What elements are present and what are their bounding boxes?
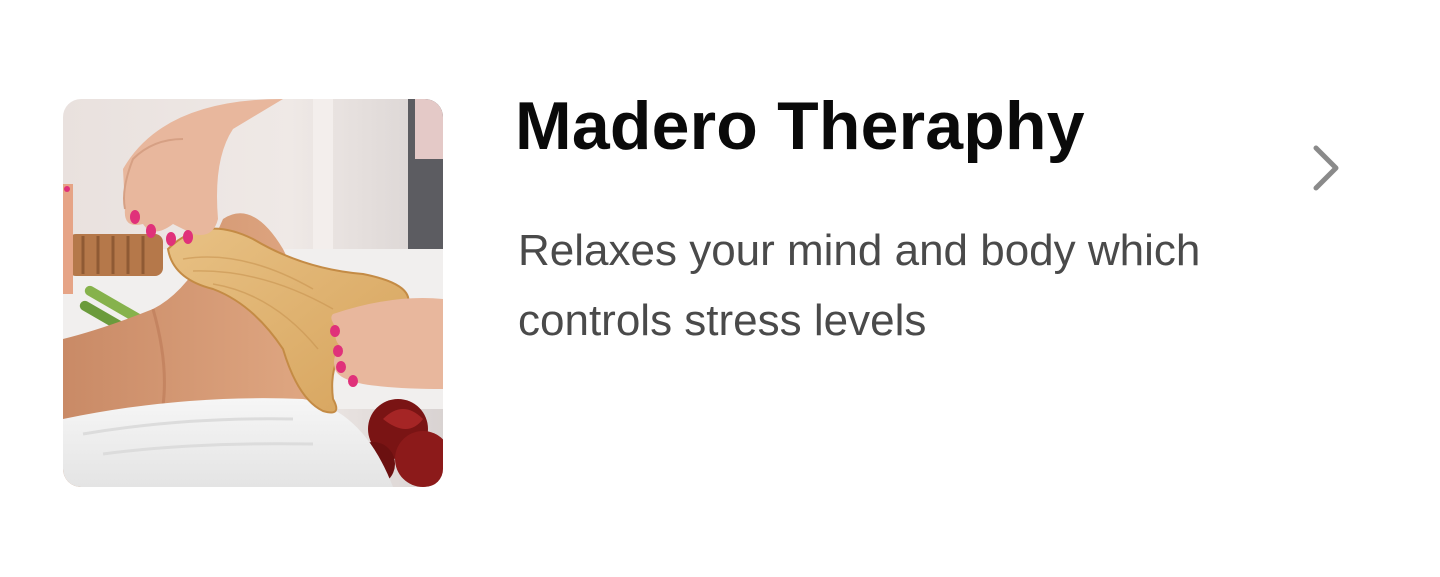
chevron-right-icon[interactable]: [1306, 142, 1346, 194]
service-description: Relaxes your mind and body which control…: [518, 226, 1201, 345]
service-thumbnail-image: [63, 99, 443, 487]
massage-photo: [63, 99, 443, 487]
service-title: Madero Theraphy: [515, 88, 1085, 164]
service-card-madero-therapy[interactable]: Madero Theraphy Relaxes your mind and bo…: [0, 0, 1440, 577]
